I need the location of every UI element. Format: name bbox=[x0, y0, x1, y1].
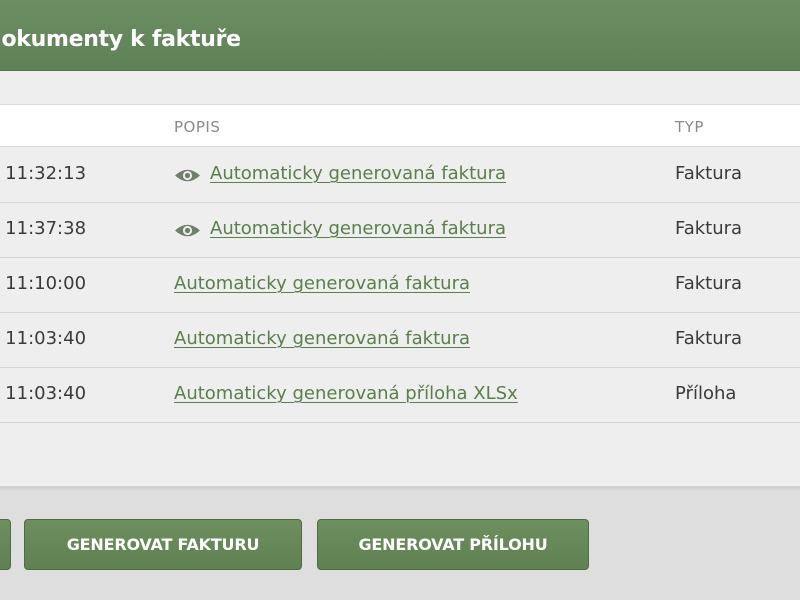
document-link[interactable]: Automaticky generovaná faktura bbox=[174, 273, 470, 294]
document-link[interactable]: Automaticky generovaná příloha XLSx bbox=[174, 383, 518, 404]
generate-invoice-button[interactable]: GENEROVAT FAKTURU bbox=[24, 519, 302, 570]
table-row: 0 11:32:13 Automaticky generovaná faktur… bbox=[0, 148, 800, 203]
row-type: Faktura bbox=[675, 328, 743, 349]
row-type: Příloha bbox=[675, 383, 737, 404]
row-type: Faktura bbox=[675, 273, 743, 294]
row-description: Automaticky generovaná faktura bbox=[210, 218, 506, 239]
dialog-header: dokumenty k faktuře bbox=[0, 0, 800, 71]
partial-left-button[interactable] bbox=[0, 519, 11, 570]
row-type: Faktura bbox=[675, 218, 743, 239]
row-date: 0 11:03:40 bbox=[0, 328, 87, 349]
row-date: 0 11:10:00 bbox=[0, 273, 87, 294]
row-date: 0 11:32:13 bbox=[0, 163, 87, 184]
document-link[interactable]: Automaticky generovaná faktura bbox=[210, 218, 506, 239]
table-row: 0 11:37:38 Automaticky generovaná faktur… bbox=[0, 203, 800, 258]
table-header: POPIS TYP bbox=[0, 104, 800, 147]
row-description: Automaticky generovaná faktura bbox=[174, 273, 470, 294]
row-date: 0 11:03:40 bbox=[0, 383, 87, 404]
eye-icon[interactable] bbox=[174, 167, 201, 184]
column-header-type[interactable]: TYP bbox=[675, 118, 704, 136]
row-description: Automaticky generovaná faktura bbox=[174, 328, 470, 349]
table-row: 0 11:10:00 Automaticky generovaná faktur… bbox=[0, 258, 800, 313]
document-link[interactable]: Automaticky generovaná faktura bbox=[210, 163, 506, 184]
eye-icon[interactable] bbox=[174, 222, 201, 239]
row-description: Automaticky generovaná příloha XLSx bbox=[174, 383, 518, 404]
document-link[interactable]: Automaticky generovaná faktura bbox=[174, 328, 470, 349]
dialog-title: dokumenty k faktuře bbox=[0, 27, 241, 52]
generate-attachment-button[interactable]: GENEROVAT PŘÍLOHU bbox=[317, 519, 589, 570]
row-type: Faktura bbox=[675, 163, 743, 184]
documents-panel: POPIS TYP 0 11:32:13 Automaticky generov… bbox=[0, 71, 800, 487]
table-row: 0 11:03:40 Automaticky generovaná faktur… bbox=[0, 313, 800, 368]
table-row: 0 11:03:40 Automaticky generovaná příloh… bbox=[0, 368, 800, 423]
row-date: 0 11:37:38 bbox=[0, 218, 87, 239]
row-description: Automaticky generovaná faktura bbox=[210, 163, 506, 184]
column-header-description[interactable]: POPIS bbox=[174, 118, 220, 136]
